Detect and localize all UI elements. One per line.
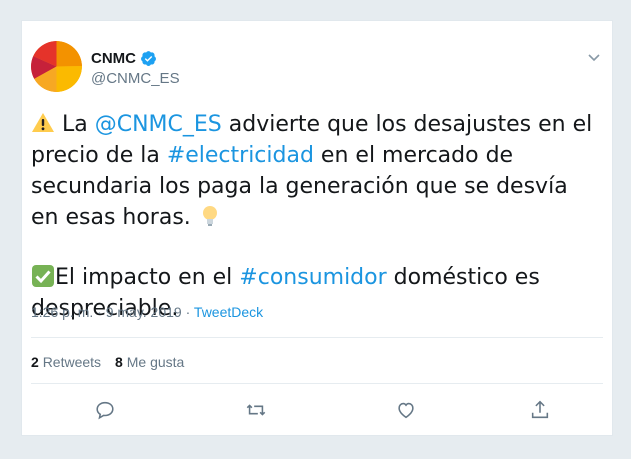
likes-stat[interactable]: 8 Me gusta bbox=[115, 354, 184, 370]
tweet-meta: 1:26 p. m. · 9 may. 2019 · TweetDeck bbox=[31, 304, 263, 320]
divider bbox=[31, 337, 603, 338]
tweet-paragraph-1: La @CNMC_ES advierte que los desajustes … bbox=[31, 109, 601, 233]
tweet-stats: 2 Retweets 8 Me gusta bbox=[31, 354, 184, 370]
meta-separator: · bbox=[181, 304, 194, 320]
retweets-stat[interactable]: 2 Retweets bbox=[31, 354, 101, 370]
verified-badge-icon bbox=[140, 50, 157, 67]
like-icon[interactable] bbox=[395, 399, 417, 421]
light-bulb-icon bbox=[198, 204, 222, 228]
hashtag-link-consumidor[interactable]: #consumidor bbox=[239, 265, 386, 290]
likes-count: 8 bbox=[115, 354, 123, 370]
user-handle[interactable]: @CNMC_ES bbox=[91, 70, 180, 87]
avatar[interactable] bbox=[31, 41, 82, 92]
reply-icon[interactable] bbox=[94, 399, 116, 421]
warning-icon bbox=[31, 111, 55, 135]
retweet-icon[interactable] bbox=[245, 399, 267, 421]
divider bbox=[31, 383, 603, 384]
check-mark-icon bbox=[31, 264, 55, 288]
likes-label: Me gusta bbox=[126, 354, 185, 370]
display-name[interactable]: CNMC bbox=[91, 50, 136, 67]
name-row[interactable]: CNMC bbox=[91, 50, 157, 67]
share-icon[interactable] bbox=[529, 399, 551, 421]
text-fragment: El impacto en el bbox=[55, 265, 240, 290]
retweets-count: 2 bbox=[31, 354, 39, 370]
mention-link[interactable]: @CNMC_ES bbox=[95, 112, 222, 137]
text-fragment: La bbox=[55, 112, 95, 137]
chevron-down-icon[interactable] bbox=[586, 49, 602, 65]
tweet-text: La @CNMC_ES advierte que los desajustes … bbox=[31, 109, 601, 324]
hashtag-link-electricidad[interactable]: #electricidad bbox=[167, 143, 314, 168]
tweet-card: CNMC @CNMC_ES La @CNMC_ES advierte que l… bbox=[21, 20, 613, 436]
source-link[interactable]: TweetDeck bbox=[194, 304, 263, 320]
action-bar bbox=[82, 399, 559, 421]
retweets-label: Retweets bbox=[42, 354, 102, 370]
timestamp[interactable]: 1:26 p. m. · 9 may. 2019 bbox=[31, 304, 182, 320]
